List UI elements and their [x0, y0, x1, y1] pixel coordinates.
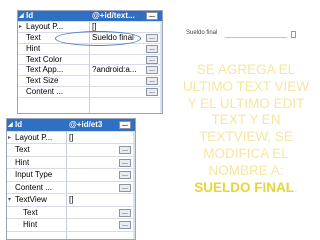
property-row-content-description[interactable]: Content ... ...: [18, 87, 162, 99]
property-row-layout-params[interactable]: ▸ Layout P... []: [7, 132, 135, 144]
ellipsis-button[interactable]: ...: [146, 77, 158, 86]
property-value[interactable]: []: [69, 132, 109, 144]
ellipsis-button[interactable]: ...: [146, 88, 158, 97]
ellipsis-button[interactable]: ...: [119, 221, 131, 229]
property-row-text[interactable]: Text ...: [7, 144, 135, 157]
ellipsis-button[interactable]: ...: [146, 12, 158, 20]
property-key: Hint: [23, 220, 38, 229]
expand-arrow-icon[interactable]: ▸: [8, 132, 11, 144]
caption-end: .: [293, 179, 298, 195]
property-key: Content ...: [26, 87, 63, 97]
preview-resize-handle[interactable]: [291, 31, 296, 38]
property-value[interactable]: []: [69, 194, 109, 206]
property-value[interactable]: @+id/text...: [92, 11, 142, 21]
property-row-text-color[interactable]: Text Color ...: [18, 55, 162, 66]
property-key: Hint: [26, 43, 41, 53]
expand-arrow-icon[interactable]: ◢: [8, 119, 13, 131]
property-key: Text: [15, 145, 30, 154]
expand-arrow-icon[interactable]: ▸: [19, 22, 22, 32]
property-key: TextView: [15, 195, 47, 204]
property-key: Layout P...: [15, 132, 53, 142]
property-value[interactable]: @+id/et3: [69, 119, 109, 131]
caption-text: SE AGREGA EL ULTIMO TEXT VIEW Y EL ULTIM…: [182, 62, 309, 178]
property-key: Text App...: [26, 65, 64, 75]
ellipsis-button[interactable]: ...: [146, 33, 158, 42]
ellipsis-button[interactable]: ...: [146, 66, 158, 75]
ellipsis-button[interactable]: ...: [119, 121, 131, 129]
expand-arrow-icon[interactable]: ◢: [19, 11, 24, 21]
property-row-id[interactable]: ◢ Id @+id/et3 ...: [7, 119, 135, 132]
property-row-content-description[interactable]: Content ... ...: [7, 182, 135, 194]
caption-accent: SUELDO FINAL: [194, 179, 294, 195]
property-group-textview[interactable]: ▾ TextView []: [7, 194, 135, 207]
ellipsis-button[interactable]: ...: [119, 208, 131, 217]
preview-textview-label[interactable]: Sueldo final: [186, 30, 217, 36]
properties-panel-top: ◢ Id @+id/text... ... ▸ Layout P... [] T…: [17, 10, 163, 114]
property-key: Hint: [15, 157, 30, 167]
ellipsis-button[interactable]: ...: [119, 171, 131, 179]
ellipsis-button[interactable]: ...: [119, 158, 131, 167]
property-row-input-type[interactable]: Input Type ...: [7, 169, 135, 182]
collapse-arrow-icon[interactable]: ▾: [8, 194, 11, 206]
ellipsis-button[interactable]: ...: [146, 44, 158, 53]
property-value[interactable]: ?android:a...: [92, 65, 142, 75]
property-key: Layout P...: [26, 21, 64, 31]
preview-edittext-underline[interactable]: [225, 37, 287, 38]
properties-panel-bottom: ◢ Id @+id/et3 ... ▸ Layout P... [] Text …: [6, 118, 136, 240]
property-key: Text Size: [26, 76, 59, 86]
property-key: Input Type: [15, 170, 53, 179]
property-row-text-size[interactable]: Text Size ...: [18, 76, 162, 88]
property-row-text-appearance[interactable]: Text App... ?android:a... ...: [18, 65, 162, 77]
property-key: Id: [15, 120, 23, 129]
ellipsis-button[interactable]: ...: [119, 146, 131, 154]
property-key: Text: [23, 207, 38, 217]
slide-caption: SE AGREGA EL ULTIMO TEXT VIEW Y EL ULTIM…: [180, 62, 312, 196]
property-row-hint[interactable]: Hint ...: [7, 157, 135, 169]
ellipsis-button[interactable]: ...: [146, 55, 158, 64]
property-row-text[interactable]: Text ...: [7, 207, 135, 219]
property-key: Id: [26, 11, 34, 20]
text-value-highlight-ring: [55, 31, 141, 46]
ellipsis-button[interactable]: ...: [119, 183, 131, 192]
property-key: Text Color: [26, 54, 63, 64]
property-key: Content ...: [15, 182, 52, 192]
property-row-id[interactable]: ◢ Id @+id/text... ...: [18, 11, 162, 22]
property-row-hint[interactable]: Hint ...: [7, 219, 135, 232]
